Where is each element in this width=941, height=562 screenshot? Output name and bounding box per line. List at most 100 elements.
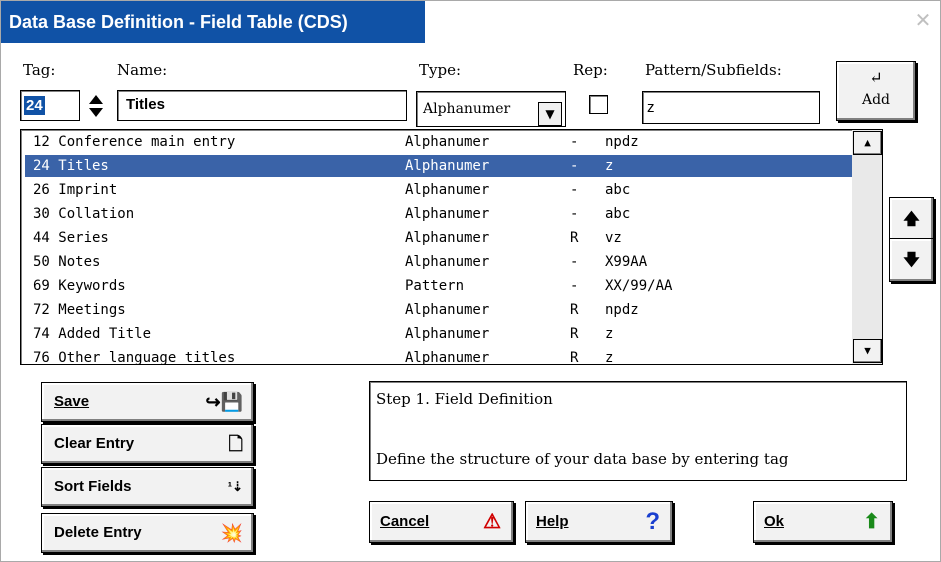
arrow-up-icon: 🡅 xyxy=(903,211,920,228)
cell-tag-name: 30 Collation xyxy=(33,206,135,222)
cell-type: Pattern xyxy=(405,278,465,294)
move-up-button[interactable]: 🡅 xyxy=(889,197,934,241)
table-row[interactable]: 30 Collation Alphanumer - abc xyxy=(25,203,853,225)
tag-label: Tag: xyxy=(23,61,56,79)
type-select[interactable]: Alphanumer ▼ xyxy=(416,91,566,127)
cell-tag-name: 76 Other language titles xyxy=(33,350,236,365)
cell-rep: - xyxy=(570,278,579,294)
cell-type: Alphanumer xyxy=(405,326,490,342)
title-bar: Data Base Definition - Field Table (CDS)… xyxy=(1,1,940,43)
cell-rep: - xyxy=(570,158,579,174)
cell-pattern: vz xyxy=(605,230,622,246)
cell-rep: R xyxy=(570,350,579,365)
save-icon: ↪💾 xyxy=(205,392,244,412)
cell-rep: - xyxy=(570,206,579,222)
cell-type: Alphanumer xyxy=(405,350,490,365)
table-row[interactable]: 69 Keywords Pattern - XX/99/AA xyxy=(25,275,853,297)
clear-entry-button[interactable]: Clear Entry 🗋 xyxy=(41,424,254,464)
delete-entry-button-label: Delete Entry xyxy=(54,524,142,541)
pattern-input-value: z xyxy=(647,99,655,116)
ok-check-icon: ⬆ xyxy=(863,511,880,533)
clear-entry-button-label: Clear Entry xyxy=(54,435,135,452)
cell-pattern: npdz xyxy=(605,134,639,150)
help-button-label: Help xyxy=(536,513,569,530)
cancel-button-label: Cancel xyxy=(380,513,430,530)
table-row[interactable]: 24 Titles Alphanumer - z xyxy=(25,155,853,177)
rep-checkbox[interactable] xyxy=(589,95,608,114)
cell-type: Alphanumer xyxy=(405,302,490,318)
cell-type: Alphanumer xyxy=(405,206,490,222)
cell-pattern: z xyxy=(605,350,614,365)
close-icon[interactable]: ✕ xyxy=(912,11,934,33)
cell-rep: - xyxy=(570,182,579,198)
name-input[interactable]: Titles xyxy=(117,90,407,121)
pattern-label: Pattern/Subfields: xyxy=(645,61,782,79)
type-label: Type: xyxy=(419,61,462,79)
delete-icon: 💥 xyxy=(220,523,243,543)
field-list[interactable]: 12 Conference main entry Alphanumer - npdz 2… xyxy=(20,129,883,365)
help-text-panel: Step 1. Field Definition Define the stru… xyxy=(369,381,907,481)
help-button[interactable]: Help ? xyxy=(525,501,673,543)
field-table-window: Data Base Definition - Field Table (CDS)… xyxy=(0,0,941,562)
cell-rep: R xyxy=(570,302,579,318)
cancel-button[interactable]: Cancel ⚠ xyxy=(369,501,514,543)
cell-tag-name: 74 Added Title xyxy=(33,326,152,342)
cell-tag-name: 72 Meetings xyxy=(33,302,126,318)
table-row[interactable]: 12 Conference main entry Alphanumer - npdz xyxy=(25,131,853,153)
ok-button[interactable]: Ok ⬆ xyxy=(753,501,893,543)
cell-pattern: z xyxy=(605,158,614,174)
table-row[interactable]: 72 Meetings Alphanumer Rnpdz xyxy=(25,299,853,321)
save-button[interactable]: Save ↪💾 xyxy=(41,382,254,422)
cell-tag-name: 44 Series xyxy=(33,230,109,246)
table-row[interactable]: 50 Notes Alphanumer - X99AA xyxy=(25,251,853,273)
cell-type: Alphanumer xyxy=(405,158,490,174)
chevron-down-icon[interactable]: ▼ xyxy=(538,102,562,126)
type-select-value: Alphanumer xyxy=(423,101,511,117)
help-text-line2: Define the structure of your data base b… xyxy=(376,450,789,468)
delete-entry-button[interactable]: Delete Entry 💥 xyxy=(41,513,254,553)
pattern-input[interactable]: z xyxy=(642,91,820,124)
scroll-up-icon[interactable]: ▲ xyxy=(853,131,882,155)
name-label: Name: xyxy=(117,61,168,79)
sort-fields-button-label: Sort Fields xyxy=(54,478,132,495)
cell-tag-name: 12 Conference main entry xyxy=(33,134,236,150)
table-row[interactable]: 76 Other language titles Alphanumer Rz xyxy=(25,347,853,365)
sort-icon: ¹⇣ xyxy=(227,479,243,494)
cell-rep: - xyxy=(570,254,579,270)
help-text-line1: Step 1. Field Definition xyxy=(376,390,553,408)
cell-type: Alphanumer xyxy=(405,182,490,198)
name-input-value: Titles xyxy=(126,96,165,113)
add-button-label: Add xyxy=(861,92,891,108)
cell-tag-name: 50 Notes xyxy=(33,254,101,270)
tag-input-value: 24 xyxy=(24,96,45,115)
rep-label: Rep: xyxy=(573,61,608,79)
cell-type: Alphanumer xyxy=(405,134,490,150)
cell-type: Alphanumer xyxy=(405,254,490,270)
cell-rep: - xyxy=(570,134,579,150)
warning-icon: ⚠ xyxy=(483,511,501,533)
sort-fields-button[interactable]: Sort Fields ¹⇣ xyxy=(41,467,254,507)
table-row[interactable]: 74 Added Title Alphanumer Rz xyxy=(25,323,853,345)
table-row[interactable]: 44 Series Alphanumer Rvz xyxy=(25,227,853,249)
tag-input[interactable]: 24 xyxy=(20,90,80,121)
arrow-down-icon: 🡇 xyxy=(903,252,920,269)
cell-pattern: npdz xyxy=(605,302,639,318)
cell-pattern: abc xyxy=(605,206,631,222)
scroll-down-icon[interactable]: ▼ xyxy=(853,339,882,363)
cell-pattern: z xyxy=(605,326,614,342)
enter-arrow-icon: ↵ xyxy=(869,68,883,87)
cell-pattern: abc xyxy=(605,182,631,198)
cell-pattern: X99AA xyxy=(605,254,648,270)
list-scrollbar[interactable]: ▲ ▼ xyxy=(852,130,882,364)
ok-button-label: Ok xyxy=(764,513,785,530)
cell-rep: R xyxy=(570,326,579,342)
table-row[interactable]: 26 Imprint Alphanumer - abc xyxy=(25,179,853,201)
cell-tag-name: 69 Keywords xyxy=(33,278,126,294)
tag-spinner-icon[interactable] xyxy=(87,93,105,119)
question-icon: ? xyxy=(645,508,660,535)
add-button[interactable]: ↵ Add xyxy=(836,61,916,121)
move-down-button[interactable]: 🡇 xyxy=(889,238,934,282)
cell-rep: R xyxy=(570,230,579,246)
cell-type: Alphanumer xyxy=(405,230,490,246)
cell-tag-name: 26 Imprint xyxy=(33,182,118,198)
